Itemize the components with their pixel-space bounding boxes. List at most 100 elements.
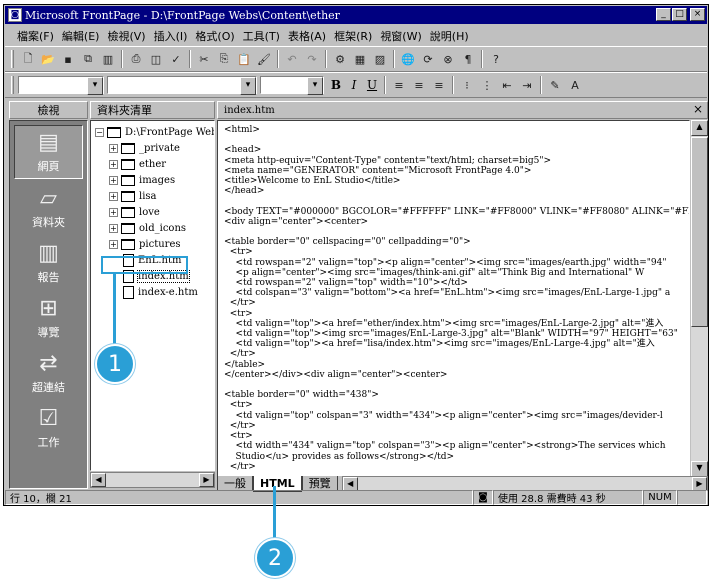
code-line[interactable]	[224, 135, 689, 145]
expand-icon[interactable]: +	[109, 144, 118, 153]
scroll-up-icon[interactable]: ▲	[691, 120, 708, 136]
view-folders[interactable]: ▱ 資料夾	[14, 181, 83, 235]
numbering-icon[interactable]: ⁝	[457, 75, 477, 95]
menu-edit[interactable]: 編輯(E)	[58, 28, 104, 44]
preview-icon[interactable]: ◫	[146, 49, 166, 69]
decrease-indent-icon[interactable]: ⇤	[497, 75, 517, 95]
align-right-icon[interactable]: ≡	[429, 75, 449, 95]
maximize-button[interactable]: □	[672, 8, 687, 21]
code-line[interactable]: </head>	[224, 186, 689, 196]
cut-icon[interactable]: ✂	[194, 49, 214, 69]
tree-root[interactable]: − D:\FrontPage Webs\C	[95, 125, 214, 140]
close-document-icon[interactable]: ×	[693, 102, 703, 116]
new-page-icon[interactable]: 🗋	[18, 49, 38, 69]
menu-format[interactable]: 格式(O)	[191, 28, 238, 44]
tree-folder[interactable]: + ether	[109, 157, 166, 172]
print-icon[interactable]: ⎙	[126, 49, 146, 69]
folder-list-icon[interactable]: ▥	[98, 49, 118, 69]
table-icon[interactable]: ▦	[350, 49, 370, 69]
save-icon[interactable]: ▪	[58, 49, 78, 69]
code-line[interactable]	[224, 196, 689, 206]
code-line[interactable]: </tr>	[224, 462, 689, 472]
toolbar-grip[interactable]	[11, 50, 14, 68]
code-line[interactable]: <table border="0" cellspacing="0" cellpa…	[224, 237, 689, 247]
minimize-button[interactable]: _	[656, 8, 671, 21]
underline-button[interactable]: U	[363, 76, 381, 94]
scroll-left-icon[interactable]: ◀	[91, 473, 106, 487]
code-line[interactable]: <tr>	[224, 431, 689, 441]
code-line[interactable]: <td valign="top"><a href="lisa/index.htm…	[224, 339, 689, 349]
code-line[interactable]: <td width="434" valign="top" colspan="3"…	[224, 441, 689, 451]
expand-icon[interactable]: +	[109, 240, 118, 249]
code-line[interactable]: <td valign="top"><a href="ether/index.ht…	[224, 319, 689, 329]
menu-frames[interactable]: 框架(R)	[330, 28, 376, 44]
close-button[interactable]: ×	[690, 8, 705, 21]
collapse-icon[interactable]: −	[95, 128, 104, 137]
code-line[interactable]: <div align="center"><center>	[224, 217, 689, 227]
view-hyperlinks[interactable]: ⇄ 超連結	[14, 346, 83, 400]
increase-indent-icon[interactable]: ⇥	[517, 75, 537, 95]
code-line[interactable]: <tr>	[224, 400, 689, 410]
style-select[interactable]	[18, 76, 104, 95]
expand-icon[interactable]: +	[109, 160, 118, 169]
font-select[interactable]	[107, 76, 257, 95]
align-center-icon[interactable]: ≡	[409, 75, 429, 95]
code-line[interactable]: </table>	[224, 360, 689, 370]
tree-folder[interactable]: + images	[109, 173, 175, 188]
menu-file[interactable]: 檔案(F)	[13, 28, 58, 44]
expand-icon[interactable]: +	[109, 176, 118, 185]
italic-button[interactable]: I	[345, 76, 363, 94]
expand-icon[interactable]: +	[109, 192, 118, 201]
view-navigation[interactable]: ⊞ 導覽	[14, 291, 83, 345]
code-line[interactable]: <html>	[224, 125, 689, 135]
highlight-icon[interactable]: ✎	[545, 75, 565, 95]
code-line[interactable]: <meta name="GENERATOR" content="Microsof…	[224, 166, 689, 176]
code-line[interactable]: </tr>	[224, 349, 689, 359]
expand-icon[interactable]: +	[109, 208, 118, 217]
picture-icon[interactable]: ▨	[370, 49, 390, 69]
font-color-icon[interactable]: A	[565, 75, 585, 95]
bullets-icon[interactable]: ⋮	[477, 75, 497, 95]
web-component-icon[interactable]: ⚙	[330, 49, 350, 69]
view-page[interactable]: ▤ 網頁	[14, 125, 83, 179]
code-line[interactable]: <title>Welcome to EnL Studio</title>	[224, 176, 689, 186]
hyperlink-icon[interactable]: 🌐	[398, 49, 418, 69]
title-bar[interactable]: ◙ Microsoft FrontPage - D:\FrontPage Web…	[5, 6, 707, 24]
expand-icon[interactable]: +	[109, 224, 118, 233]
tree-folder[interactable]: + love	[109, 205, 160, 220]
code-line[interactable]	[224, 380, 689, 390]
tree-file[interactable]: index-e.htm	[123, 285, 198, 300]
scroll-down-icon[interactable]: ▼	[691, 461, 708, 477]
scroll-thumb[interactable]	[691, 137, 708, 327]
tree-folder[interactable]: + pictures	[109, 237, 181, 252]
editor-vertical-scrollbar[interactable]: ▲ ▼	[691, 120, 708, 479]
show-all-icon[interactable]: ¶	[458, 49, 478, 69]
code-line[interactable]: <td rowspan="2" valign="top"><p align="c…	[224, 258, 689, 268]
menu-help[interactable]: 說明(H)	[426, 28, 473, 44]
code-line[interactable]: <td colspan="3" valign="bottom"><a href=…	[224, 288, 689, 298]
redo-icon[interactable]: ↷	[302, 49, 322, 69]
stop-icon[interactable]: ⊗	[438, 49, 458, 69]
copy-icon[interactable]: ⎘	[214, 49, 234, 69]
refresh-icon[interactable]: ⟳	[418, 49, 438, 69]
undo-icon[interactable]: ↶	[282, 49, 302, 69]
menu-window[interactable]: 視窗(W)	[376, 28, 425, 44]
tree-folder[interactable]: + _private	[109, 141, 180, 156]
view-reports[interactable]: ▥ 報告	[14, 236, 83, 290]
code-line[interactable]: <td valign="top" colspan="3" width="434"…	[224, 411, 689, 421]
view-tasks[interactable]: ☑ 工作	[14, 401, 83, 455]
code-line[interactable]: </tr>	[224, 421, 689, 431]
tree-folder[interactable]: + old_icons	[109, 221, 186, 236]
menu-view[interactable]: 檢視(V)	[103, 28, 149, 44]
code-line[interactable]: Studio</u> provides as follows</strong><…	[224, 452, 689, 462]
tree-folder[interactable]: + lisa	[109, 189, 157, 204]
font-size-select[interactable]	[260, 76, 324, 95]
format-painter-icon[interactable]: 🖌	[254, 49, 274, 69]
code-line[interactable]: <tr>	[224, 309, 689, 319]
code-line[interactable]: <td rowspan="2" valign="top" width="10">…	[224, 278, 689, 288]
bold-button[interactable]: B	[327, 76, 345, 94]
frontpage-app-icon[interactable]: ◙	[8, 8, 22, 22]
code-line[interactable]	[224, 227, 689, 237]
html-source-editor[interactable]: <html> <head> <meta http-equiv="Content-T…	[217, 120, 690, 479]
code-line[interactable]: <tr>	[224, 247, 689, 257]
